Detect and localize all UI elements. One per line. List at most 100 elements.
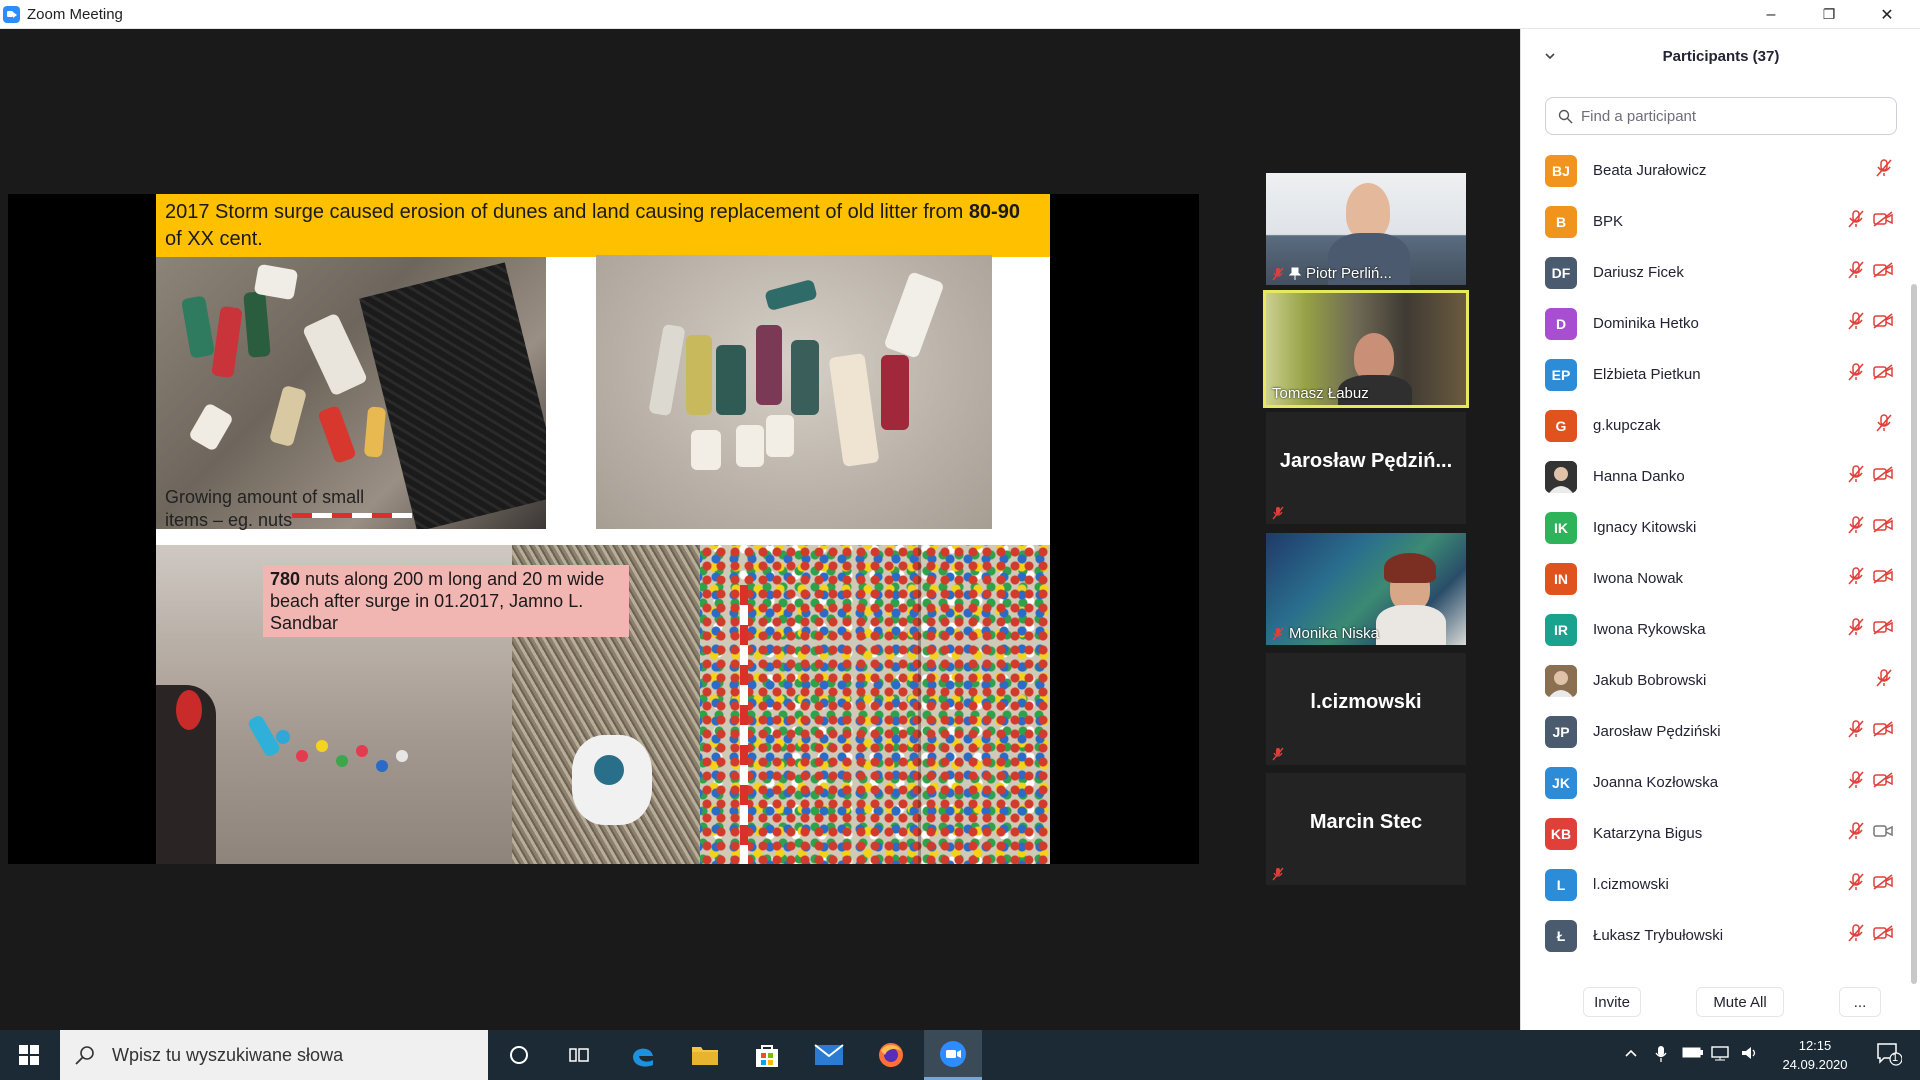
minimize-button[interactable]: – bbox=[1742, 0, 1800, 29]
video-tile-6[interactable]: Marcin Stec bbox=[1266, 773, 1466, 885]
edge-icon[interactable] bbox=[614, 1030, 672, 1080]
battery-icon[interactable] bbox=[1682, 1045, 1704, 1062]
invite-button[interactable]: Invite bbox=[1583, 987, 1641, 1017]
taskbar-clock[interactable]: 12:15 24.09.2020 bbox=[1760, 1036, 1870, 1074]
notification-count: 1 bbox=[1892, 1052, 1899, 1064]
participant-row[interactable]: IR Iwona Rykowska bbox=[1521, 604, 1911, 655]
video-off-icon[interactable] bbox=[1873, 619, 1893, 640]
video-off-icon[interactable] bbox=[1873, 772, 1893, 793]
start-button[interactable] bbox=[0, 1030, 58, 1080]
mic-muted-icon[interactable] bbox=[1847, 566, 1865, 591]
meeting-area: 2017 Storm surge caused erosion of dunes… bbox=[0, 29, 1520, 1030]
mic-muted-icon[interactable] bbox=[1875, 668, 1893, 693]
video-tile-4[interactable]: Monika Niska bbox=[1266, 533, 1466, 645]
zoom-taskbar-icon[interactable] bbox=[924, 1030, 982, 1080]
mic-muted-icon bbox=[1272, 506, 1284, 520]
participant-row[interactable]: Ł Łukasz Trybułowski bbox=[1521, 910, 1911, 961]
video-tile-name-3: Jarosław Pędziń... bbox=[1279, 450, 1453, 472]
participant-name: Dariusz Ficek bbox=[1593, 264, 1684, 281]
mail-icon[interactable] bbox=[800, 1030, 858, 1080]
participant-row[interactable]: DF Dariusz Ficek bbox=[1521, 247, 1911, 298]
banner-text-1: 2017 Storm surge caused erosion of dunes… bbox=[165, 201, 969, 223]
taskbar-search[interactable]: Wpisz tu wyszukiwane słowa bbox=[60, 1030, 488, 1080]
participant-row[interactable]: BJ Beata Jurałowicz bbox=[1521, 145, 1911, 196]
participant-name: Jarosław Pędziński bbox=[1593, 723, 1721, 740]
mic-muted-icon[interactable] bbox=[1847, 464, 1865, 489]
microphone-icon[interactable] bbox=[1654, 1045, 1668, 1066]
participant-row[interactable]: Jakub Bobrowski bbox=[1521, 655, 1911, 706]
mic-muted-icon[interactable] bbox=[1875, 158, 1893, 183]
mic-muted-icon[interactable] bbox=[1847, 821, 1865, 846]
participant-row[interactable]: KB Katarzyna Bigus bbox=[1521, 808, 1911, 859]
show-hidden-icons[interactable] bbox=[1623, 1045, 1639, 1064]
participant-row[interactable]: EP Elżbieta Pietkun bbox=[1521, 349, 1911, 400]
mic-muted-icon[interactable] bbox=[1847, 872, 1865, 897]
clock-time: 12:15 bbox=[1798, 1038, 1832, 1053]
video-tile-3[interactable]: Jarosław Pędziń... bbox=[1266, 412, 1466, 524]
mute-all-button[interactable]: Mute All bbox=[1696, 987, 1784, 1017]
mic-muted-icon[interactable] bbox=[1847, 515, 1865, 540]
growing-line-2: items – eg. nuts bbox=[165, 510, 293, 530]
notification-center-icon[interactable]: 1 bbox=[1876, 1042, 1903, 1069]
video-off-icon[interactable] bbox=[1873, 721, 1893, 742]
participant-status-icons bbox=[1847, 566, 1893, 591]
video-off-icon[interactable] bbox=[1873, 925, 1893, 946]
video-off-icon[interactable] bbox=[1873, 517, 1893, 538]
video-tile-2[interactable]: Tomasz Łabuz bbox=[1263, 290, 1469, 408]
volume-icon[interactable] bbox=[1740, 1045, 1760, 1064]
pin-icon bbox=[1289, 267, 1301, 280]
video-tile-5[interactable]: l.cizmowski bbox=[1266, 653, 1466, 765]
more-button[interactable]: ... bbox=[1839, 987, 1881, 1017]
windows-taskbar: Wpisz tu wyszukiwane słowa 12:15 24.09.2… bbox=[0, 1030, 1920, 1080]
video-off-icon[interactable] bbox=[1873, 568, 1893, 589]
participant-name: g.kupczak bbox=[1593, 417, 1661, 434]
mic-muted-icon[interactable] bbox=[1847, 260, 1865, 285]
participant-row[interactable]: IN Iwona Nowak bbox=[1521, 553, 1911, 604]
mic-muted-icon[interactable] bbox=[1847, 617, 1865, 642]
avatar: B bbox=[1545, 205, 1577, 238]
participant-row[interactable]: D Dominika Hetko bbox=[1521, 298, 1911, 349]
mic-muted-icon[interactable] bbox=[1875, 413, 1893, 438]
participant-status-icons bbox=[1847, 362, 1893, 387]
avatar: DF bbox=[1545, 256, 1577, 289]
avatar: IK bbox=[1545, 511, 1577, 544]
store-icon[interactable] bbox=[738, 1030, 796, 1080]
participant-search[interactable] bbox=[1545, 97, 1897, 135]
mic-muted-icon[interactable] bbox=[1847, 311, 1865, 336]
mic-muted-icon bbox=[1272, 267, 1284, 280]
video-off-icon[interactable] bbox=[1873, 874, 1893, 895]
mic-muted-icon[interactable] bbox=[1847, 719, 1865, 744]
participant-row[interactable]: JP Jarosław Pędziński bbox=[1521, 706, 1911, 757]
video-tile-name-4: Monika Niska bbox=[1272, 625, 1379, 642]
file-explorer-icon[interactable] bbox=[676, 1030, 734, 1080]
task-view-icon[interactable] bbox=[550, 1030, 608, 1080]
network-icon[interactable] bbox=[1710, 1045, 1730, 1064]
participant-status-icons bbox=[1847, 821, 1893, 846]
participant-search-input[interactable] bbox=[1581, 107, 1881, 125]
video-off-icon[interactable] bbox=[1873, 364, 1893, 385]
title-bar: Zoom Meeting – ❐ ✕ bbox=[0, 0, 1920, 29]
clock-date: 24.09.2020 bbox=[1782, 1057, 1848, 1072]
participant-row[interactable]: Hanna Danko bbox=[1521, 451, 1911, 502]
scrollbar[interactable] bbox=[1911, 284, 1917, 984]
participant-status-icons bbox=[1847, 515, 1893, 540]
participant-row[interactable]: B BPK bbox=[1521, 196, 1911, 247]
participant-row[interactable]: IK Ignacy Kitowski bbox=[1521, 502, 1911, 553]
video-off-icon[interactable] bbox=[1873, 466, 1893, 487]
video-icon[interactable] bbox=[1873, 823, 1893, 844]
participant-row[interactable]: Ll.cizmowski bbox=[1521, 859, 1911, 910]
video-tile-1[interactable]: Piotr Perliń... bbox=[1266, 173, 1466, 285]
restore-button[interactable]: ❐ bbox=[1800, 0, 1858, 29]
mic-muted-icon[interactable] bbox=[1847, 362, 1865, 387]
participant-row[interactable]: Gg.kupczak bbox=[1521, 400, 1911, 451]
video-off-icon[interactable] bbox=[1873, 262, 1893, 283]
firefox-icon[interactable] bbox=[862, 1030, 920, 1080]
cortana-icon[interactable] bbox=[490, 1030, 548, 1080]
mic-muted-icon[interactable] bbox=[1847, 923, 1865, 948]
mic-muted-icon[interactable] bbox=[1847, 209, 1865, 234]
mic-muted-icon[interactable] bbox=[1847, 770, 1865, 795]
video-off-icon[interactable] bbox=[1873, 313, 1893, 334]
close-button[interactable]: ✕ bbox=[1858, 0, 1916, 29]
participant-row[interactable]: JK Joanna Kozłowska bbox=[1521, 757, 1911, 808]
video-off-icon[interactable] bbox=[1873, 211, 1893, 232]
